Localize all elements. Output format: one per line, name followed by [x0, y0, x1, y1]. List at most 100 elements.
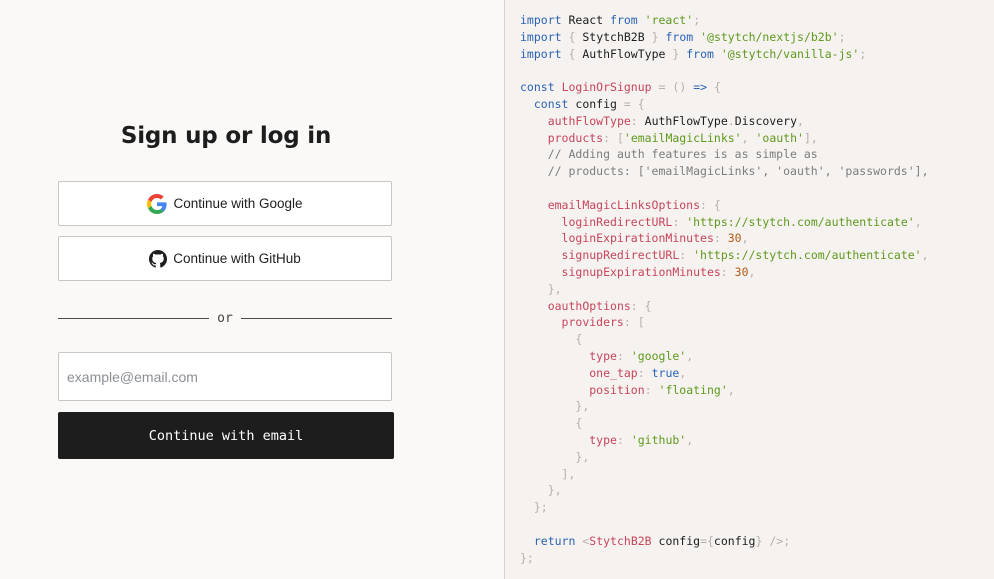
google-icon: [147, 193, 168, 214]
code-token: '@stytch/vanilla-js': [720, 46, 860, 61]
code-panel: import React from 'react'; import { Stytc…: [505, 0, 994, 579]
code-token: },: [547, 281, 562, 296]
code-line: };: [520, 550, 929, 567]
code-token: one_tap: [589, 365, 638, 380]
code-token: from: [686, 46, 714, 61]
code-token: :: [720, 264, 728, 279]
code-token: ,: [686, 348, 694, 363]
code-token: products: [547, 130, 604, 145]
code-token: const: [533, 96, 569, 111]
code-line: const LoginOrSignup = () => {: [520, 79, 929, 96]
code-token: {: [637, 96, 645, 111]
code-token: [: [616, 130, 624, 145]
code-line: products: ['emailMagicLinks', 'oauth'],: [520, 130, 929, 147]
code-line: providers: [: [520, 314, 929, 331]
code-line: oauthOptions: {: [520, 298, 929, 315]
code-token: ;: [838, 29, 846, 44]
code-token: 'https://stytch.com/authenticate': [686, 214, 915, 229]
code-token: ;: [693, 13, 701, 27]
code-line: },: [520, 281, 929, 298]
code-line: import { AuthFlowType } from '@stytch/va…: [520, 46, 929, 63]
email-input[interactable]: [58, 352, 392, 401]
github-button-label: Continue with GitHub: [173, 251, 301, 266]
code-line: import { StytchB2B } from '@stytch/nextj…: [520, 29, 929, 46]
code-token: '@stytch/nextjs/b2b': [700, 29, 839, 44]
continue-with-email-button[interactable]: Continue with email: [58, 412, 394, 459]
code-line: type: 'google',: [520, 348, 929, 365]
code-token: return: [533, 533, 576, 548]
code-token: :: [644, 382, 652, 397]
code-line: },: [520, 482, 929, 499]
or-divider: or: [58, 309, 392, 327]
code-token: AuthFlowType: [575, 46, 673, 61]
code-token: authFlowType: [547, 113, 631, 128]
code-token: :: [700, 197, 707, 212]
code-token: },: [575, 399, 590, 414]
code-token: config: [651, 533, 701, 548]
code-token: :: [616, 432, 624, 447]
code-token: =>: [693, 80, 708, 95]
code-token: StytchB2B: [575, 29, 652, 44]
continue-with-google-button[interactable]: Continue with Google: [58, 181, 392, 226]
code-token: Discovery: [734, 113, 797, 128]
code-token: providers: [561, 315, 624, 330]
code-token: // products: ['emailMagicLinks', 'oauth'…: [547, 164, 929, 179]
code-token: {: [644, 298, 652, 313]
code-token: ,: [921, 248, 929, 263]
code-token: };: [533, 500, 548, 515]
code-token: ,: [914, 214, 922, 229]
code-line: },: [520, 398, 929, 415]
divider-text: or: [217, 310, 233, 326]
code-line: // products: ['emailMagicLinks', 'oauth'…: [520, 163, 929, 180]
code-line: signupRedirectURL: 'https://stytch.com/a…: [520, 247, 929, 264]
code-token: 'oauth': [755, 130, 804, 145]
code-line: };: [520, 499, 929, 516]
continue-with-github-button[interactable]: Continue with GitHub: [58, 236, 392, 281]
code-token: },: [575, 449, 590, 464]
code-token: React: [561, 13, 611, 27]
code-token: emailMagicLinksOptions: [547, 197, 701, 212]
code-token: {: [575, 332, 583, 347]
code-token: ,: [797, 113, 804, 128]
github-icon: [149, 249, 168, 268]
code-token: {: [713, 197, 721, 212]
code-line: const config = {: [520, 96, 929, 113]
code-line: {: [520, 331, 929, 348]
google-button-label: Continue with Google: [173, 196, 303, 211]
code-token: :: [630, 298, 638, 313]
code-line: emailMagicLinksOptions: {: [520, 197, 929, 214]
code-token: config: [713, 533, 756, 548]
code-token: // Adding auth features is as simple as: [547, 147, 818, 162]
code-token: },: [547, 483, 562, 498]
app-root: Sign up or log in Continue with Google C…: [0, 0, 994, 579]
page-title: Sign up or log in: [120, 123, 332, 149]
code-line: position: 'floating',: [520, 382, 929, 399]
code-token: true: [651, 365, 680, 380]
code-token: position: [589, 382, 645, 397]
code-line: signupExpirationMinutes: 30,: [520, 264, 929, 281]
